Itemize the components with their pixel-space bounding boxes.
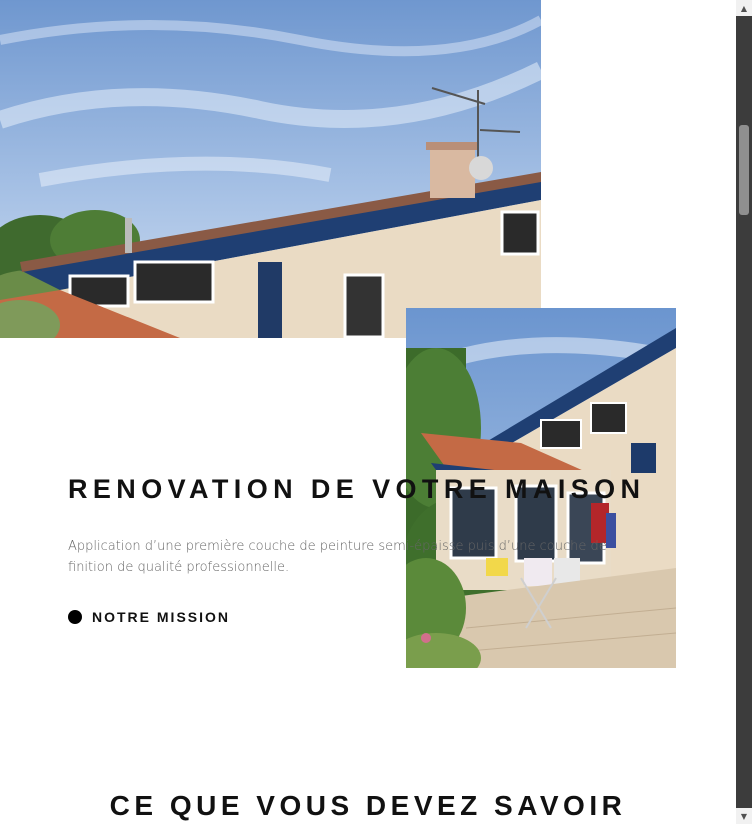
page: RENOVATION DE VOTRE MAISON Application d… [0, 0, 736, 824]
notre-mission-label: NOTRE MISSION [92, 609, 231, 625]
scroll-down-arrow-icon[interactable]: ▼ [736, 808, 752, 824]
section-description: Application d’une première couche de pei… [68, 539, 607, 575]
bottom-section-title: CE QUE VOUS DEVEZ SAVOIR [109, 790, 627, 821]
scrollbar-thumb[interactable] [739, 125, 749, 215]
section-title: RENOVATION DE VOTRE MAISON [68, 474, 646, 504]
scroll-up-arrow-icon[interactable]: ▲ [736, 0, 752, 16]
dot-icon [68, 610, 82, 624]
vertical-scrollbar[interactable]: ▲ ▼ [736, 0, 752, 824]
notre-mission-link[interactable]: NOTRE MISSION [68, 609, 230, 625]
hero-image [0, 0, 541, 338]
